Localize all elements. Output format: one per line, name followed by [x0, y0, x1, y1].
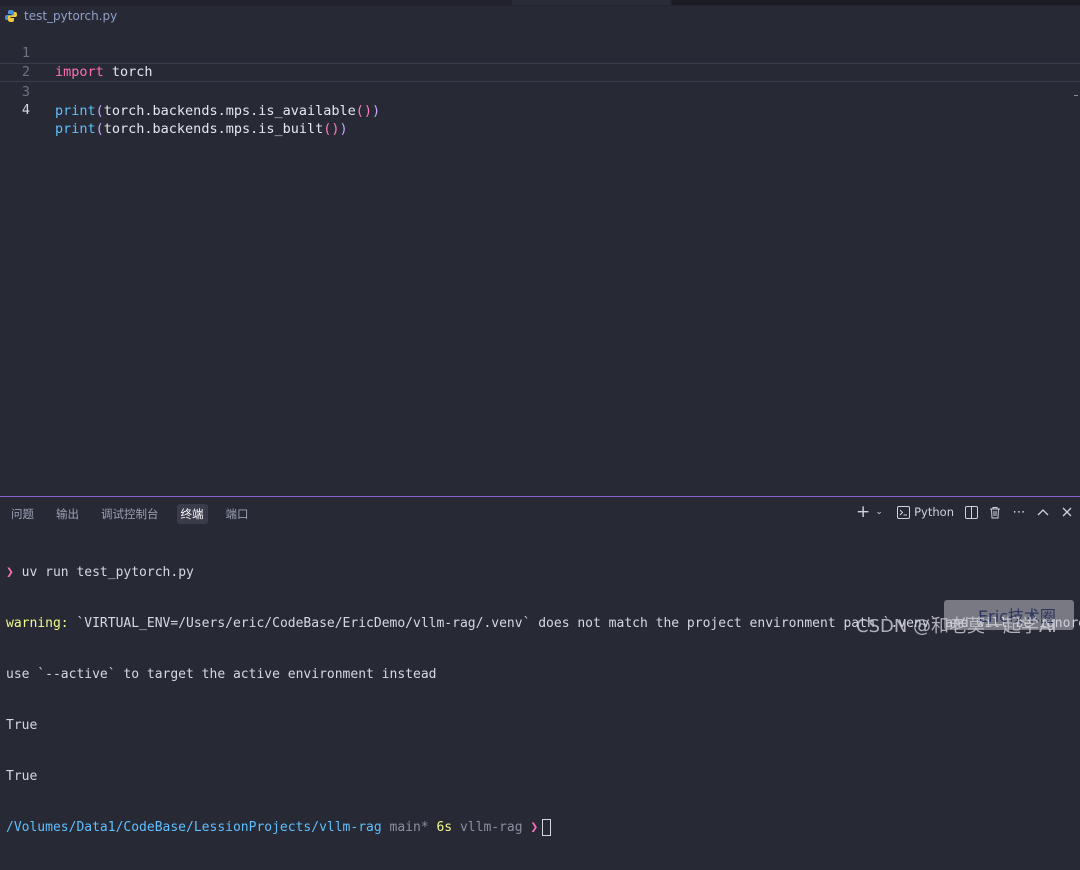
overview-ruler-mark: [1074, 95, 1078, 96]
paren-token: (): [323, 121, 340, 137]
add-terminal-icon[interactable]: +: [856, 502, 870, 522]
panel-tabs: 问题 输出 调试控制台 终端 端口: [0, 503, 260, 525]
paren-token: (): [355, 103, 373, 119]
paren-token: (: [95, 103, 104, 119]
line-number: 4: [21, 102, 30, 118]
maximize-chevron-up-icon[interactable]: [1036, 505, 1050, 519]
python-file-icon: [4, 9, 18, 23]
chevron-down-icon[interactable]: ⌄: [872, 505, 886, 519]
git-branch: main*: [389, 820, 429, 835]
tab-problems[interactable]: 问题: [7, 504, 38, 524]
terminal-command-line: ❯ uv run test_pytorch.py: [6, 564, 1080, 581]
function-token: print: [55, 121, 96, 137]
tab-ports[interactable]: 端口: [222, 504, 253, 524]
identifier-token: torch.backends.mps.is_available: [103, 103, 356, 119]
prompt-symbol: ❯: [6, 565, 14, 580]
paren-token: ): [339, 121, 348, 137]
code-line-1[interactable]: 1 import torch: [0, 25, 1080, 80]
terminal-output-line: True: [6, 718, 38, 733]
top-bar-segment: [672, 0, 1080, 5]
more-icon[interactable]: ⋯: [1012, 505, 1026, 520]
terminal-cursor: [542, 819, 552, 836]
paren-token: ): [372, 103, 381, 119]
watermark-csdn: CSDN @和老莫一起学AI: [856, 616, 1057, 637]
venv-name: vllm-rag: [459, 820, 523, 835]
terminal-warning-line-2: use `--active` to target the active envi…: [6, 667, 437, 682]
top-bar: [0, 0, 1080, 6]
code-line-4[interactable]: 4 print(torch.backends.mps.is_built()): [0, 82, 1080, 137]
code-line-3[interactable]: 3 print(torch.backends.mps.is_available(…: [0, 63, 1080, 119]
command-text: uv run test_pytorch.py: [21, 565, 194, 580]
terminal-profile-button[interactable]: Python: [896, 505, 954, 519]
prompt-symbol: ❯: [530, 820, 539, 835]
tab-output[interactable]: 输出: [52, 504, 83, 524]
terminal-output[interactable]: ❯ uv run test_pytorch.py warning: `VIRTU…: [6, 530, 1080, 870]
split-terminal-icon[interactable]: [964, 505, 978, 519]
terminal-icon: [896, 505, 910, 519]
file-tab-label: test_pytorch.py: [24, 9, 118, 23]
tab-debug-console[interactable]: 调试控制台: [97, 504, 163, 524]
code-text: print(torch.backends.mps.is_available()): [55, 102, 380, 121]
identifier-token: torch.backends.mps.is_built: [103, 121, 324, 137]
close-icon[interactable]: [1060, 505, 1074, 519]
file-tab[interactable]: test_pytorch.py: [4, 8, 117, 24]
code-editor[interactable]: 1 import torch 2 3 print(torch.backends.…: [0, 25, 1080, 495]
trash-icon[interactable]: [988, 505, 1002, 519]
function-token: print: [55, 103, 96, 119]
panel-toolbar: + ⌄ Python ⋯: [856, 502, 1074, 522]
terminal-output-line: True: [6, 769, 38, 784]
cwd-path: /Volumes/Data1/CodeBase/LessionProjects/…: [6, 820, 382, 835]
code-line-2[interactable]: 2: [0, 44, 1080, 80]
top-bar-segment: [512, 0, 670, 5]
command-duration: 6s: [436, 820, 453, 835]
paren-token: (: [95, 121, 104, 137]
tab-terminal[interactable]: 终端: [176, 504, 208, 524]
code-text: print(torch.backends.mps.is_built()): [55, 120, 348, 139]
terminal-prompt-line: /Volumes/Data1/CodeBase/LessionProjects/…: [6, 819, 1080, 836]
python-label: Python: [914, 505, 954, 519]
warning-label: warning:: [6, 616, 69, 631]
